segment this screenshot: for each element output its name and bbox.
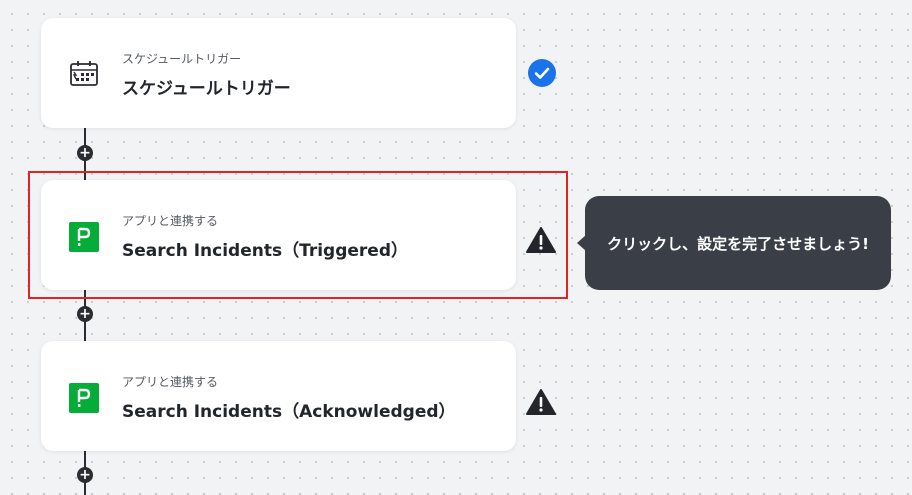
pagerduty-icon xyxy=(69,383,99,413)
add-step-button[interactable]: + xyxy=(77,306,93,322)
warning-icon xyxy=(526,226,556,254)
pagerduty-icon xyxy=(69,222,99,252)
add-step-button[interactable]: + xyxy=(77,145,93,161)
warning-icon xyxy=(526,388,556,416)
flow-step-card-search-incidents-triggered[interactable]: アプリと連携する Search Incidents（Triggered） xyxy=(41,180,516,290)
step-title: Search Incidents（Acknowledged） xyxy=(122,402,456,422)
flow-step-card-schedule-trigger[interactable]: スケジュールトリガー スケジュールトリガー xyxy=(41,18,516,128)
step-subtitle: アプリと連携する xyxy=(122,214,219,228)
step-title: Search Incidents（Triggered） xyxy=(122,241,408,261)
step-title: スケジュールトリガー xyxy=(122,79,291,99)
add-step-button[interactable]: + xyxy=(77,467,93,483)
step-subtitle: アプリと連携する xyxy=(122,375,219,389)
setup-tooltip: クリックし、設定を完了させましょう! xyxy=(585,196,891,290)
calendar-clock-icon xyxy=(69,58,99,88)
flow-step-card-search-incidents-acknowledged[interactable]: アプリと連携する Search Incidents（Acknowledged） xyxy=(41,341,516,451)
completed-check-icon xyxy=(528,59,556,87)
step-subtitle: スケジュールトリガー xyxy=(122,52,242,66)
tooltip-text: クリックし、設定を完了させましょう! xyxy=(607,234,869,253)
